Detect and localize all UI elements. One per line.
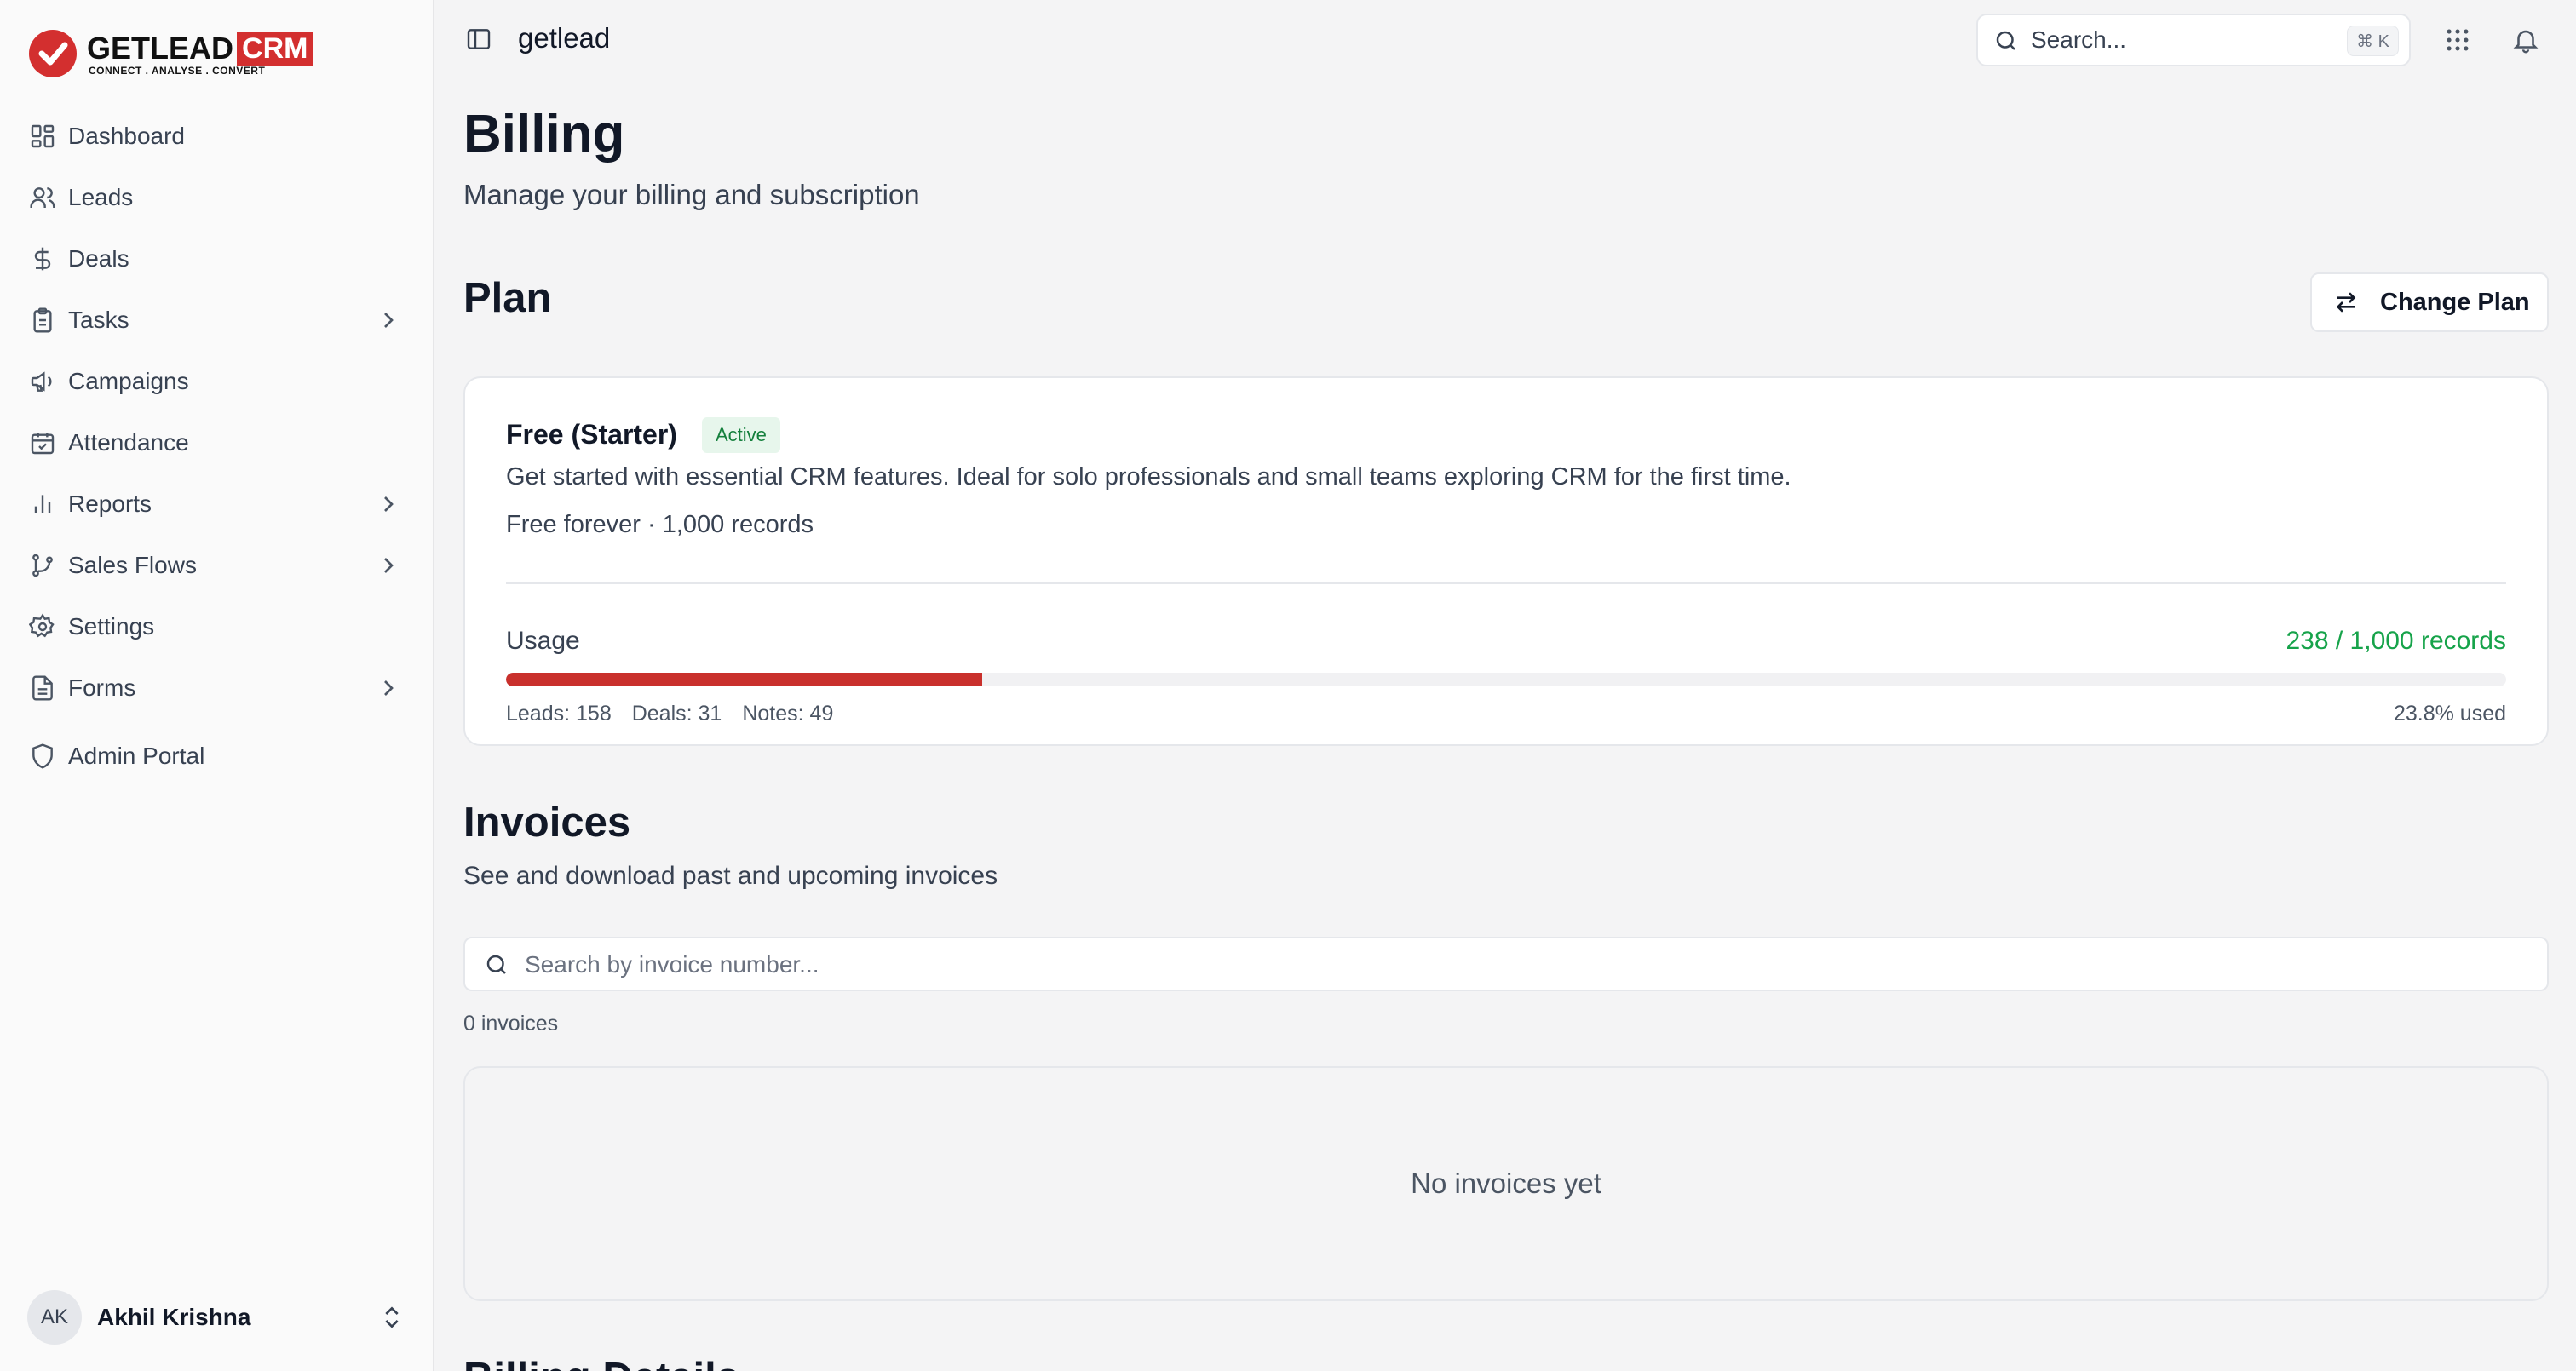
sidebar-item-forms[interactable]: Forms xyxy=(14,663,421,714)
apps-grid-icon[interactable] xyxy=(2443,26,2472,54)
brand-logo[interactable]: GETLEAD CRM CONNECT . ANALYSE . CONVERT xyxy=(27,26,317,82)
invoice-search[interactable] xyxy=(463,937,2549,991)
sidebar-item-campaigns[interactable]: Campaigns xyxy=(14,356,421,407)
billing-details-section-title: Billing Details xyxy=(463,1354,739,1371)
plan-card: Free (Starter) Active Get started with e… xyxy=(463,376,2549,746)
invoices-section-title: Invoices xyxy=(463,800,631,846)
plan-name: Free (Starter) xyxy=(506,419,677,450)
sidebar-item-label: Attendance xyxy=(68,429,189,456)
topbar: getlead ⌘ K xyxy=(436,0,2576,82)
logo-check-icon xyxy=(29,30,77,77)
invoices-empty-state: No invoices yet xyxy=(463,1066,2549,1301)
chevrons-up-down-icon[interactable] xyxy=(378,1304,405,1331)
sidebar-toggle-icon[interactable] xyxy=(465,26,492,53)
sidebar-item-label: Sales Flows xyxy=(68,552,197,578)
megaphone-icon xyxy=(31,371,52,392)
clipboard-icon xyxy=(33,307,52,333)
usage-label: Usage xyxy=(506,627,580,655)
divider xyxy=(506,582,2506,584)
sidebar-item-label: Forms xyxy=(68,674,136,701)
global-search-input[interactable] xyxy=(2031,22,2337,58)
global-search[interactable]: ⌘ K xyxy=(1976,14,2411,66)
sidebar-item-deals[interactable]: Deals xyxy=(14,233,421,284)
shield-icon xyxy=(32,743,53,769)
chevron-right-icon[interactable] xyxy=(375,552,402,579)
sidebar-item-admin-portal[interactable]: Admin Portal xyxy=(14,731,421,782)
layout-grid-icon xyxy=(31,124,55,148)
logo-wordmark-text: GETLEAD xyxy=(87,31,234,66)
change-plan-label: Change Plan xyxy=(2380,288,2530,316)
users-icon xyxy=(30,187,55,208)
usage-value: 238 / 1,000 records xyxy=(2286,627,2506,655)
sidebar-item-attendance[interactable]: Attendance xyxy=(14,417,421,468)
notes-count: Notes: 49 xyxy=(742,702,834,726)
invoice-count: 0 invoices xyxy=(463,1012,559,1035)
workspace-name: getlead xyxy=(518,22,611,54)
avatar: AK xyxy=(27,1290,82,1345)
plan-description: Get started with essential CRM features.… xyxy=(506,463,1791,490)
arrows-swap-icon xyxy=(2336,292,2356,313)
sidebar-item-label: Reports xyxy=(68,490,152,517)
sidebar-item-dashboard[interactable]: Dashboard xyxy=(14,111,421,162)
logo-tagline: CONNECT . ANALYSE . CONVERT xyxy=(89,65,266,77)
search-shortcut-badge: ⌘ K xyxy=(2347,26,2399,56)
leads-count: Leads: 158 xyxy=(506,702,612,726)
user-name: Akhil Krishna xyxy=(97,1304,251,1330)
dollar-icon xyxy=(34,247,51,271)
sidebar-item-leads[interactable]: Leads xyxy=(14,172,421,223)
status-badge: Active xyxy=(702,417,780,453)
chevron-right-icon[interactable] xyxy=(375,307,402,334)
usage-progress-bar xyxy=(506,673,2506,686)
change-plan-button[interactable]: Change Plan xyxy=(2310,272,2549,332)
logo-wordmark: GETLEAD CRM xyxy=(87,31,313,66)
logo-text: GETLEAD CRM CONNECT . ANALYSE . CONVERT xyxy=(87,26,317,82)
sidebar-item-label: Leads xyxy=(68,184,134,210)
calendar-check-icon xyxy=(31,433,55,455)
chevron-right-icon[interactable] xyxy=(375,490,402,518)
file-text-icon xyxy=(32,675,53,701)
usage-percent: 23.8% used xyxy=(2393,702,2506,726)
logo-crm-badge: CRM xyxy=(237,32,313,66)
search-icon xyxy=(1996,31,2015,50)
sidebar-item-label: Campaigns xyxy=(68,368,189,394)
sidebar-item-reports[interactable]: Reports xyxy=(14,479,421,530)
gear-icon xyxy=(29,613,55,638)
git-branch-icon xyxy=(32,554,53,577)
sidebar-item-sales-flows[interactable]: Sales Flows xyxy=(14,540,421,591)
usage-progress-fill xyxy=(506,673,982,686)
user-menu[interactable]: AK Akhil Krishna xyxy=(27,1289,407,1345)
chevron-right-icon[interactable] xyxy=(375,674,402,702)
usage-breakdown: Leads: 158 Deals: 31 Notes: 49 xyxy=(506,702,833,726)
invoice-search-input[interactable] xyxy=(525,947,1547,983)
page-subtitle: Manage your billing and subscription xyxy=(463,179,920,210)
sidebar-item-label: Settings xyxy=(68,613,155,640)
plan-price: Free forever · 1,000 records xyxy=(506,511,814,538)
sidebar-item-label: Tasks xyxy=(68,307,129,333)
bar-chart-icon xyxy=(34,495,51,513)
sidebar-item-tasks[interactable]: Tasks xyxy=(14,295,421,346)
search-icon xyxy=(486,955,506,974)
plan-section-title: Plan xyxy=(463,275,552,321)
bell-icon[interactable] xyxy=(2511,26,2540,54)
sidebar-item-label: Dashboard xyxy=(68,123,185,149)
page-title: Billing xyxy=(463,105,625,163)
sidebar: GETLEAD CRM CONNECT . ANALYSE . CONVERT … xyxy=(0,0,434,1371)
invoices-subtitle: See and download past and upcoming invoi… xyxy=(463,862,998,890)
sidebar-item-label: Admin Portal xyxy=(68,743,205,769)
empty-state-text: No invoices yet xyxy=(1411,1167,1601,1199)
deals-count: Deals: 31 xyxy=(631,702,722,726)
sidebar-item-settings[interactable]: Settings xyxy=(14,601,421,652)
sidebar-item-label: Deals xyxy=(68,245,129,272)
